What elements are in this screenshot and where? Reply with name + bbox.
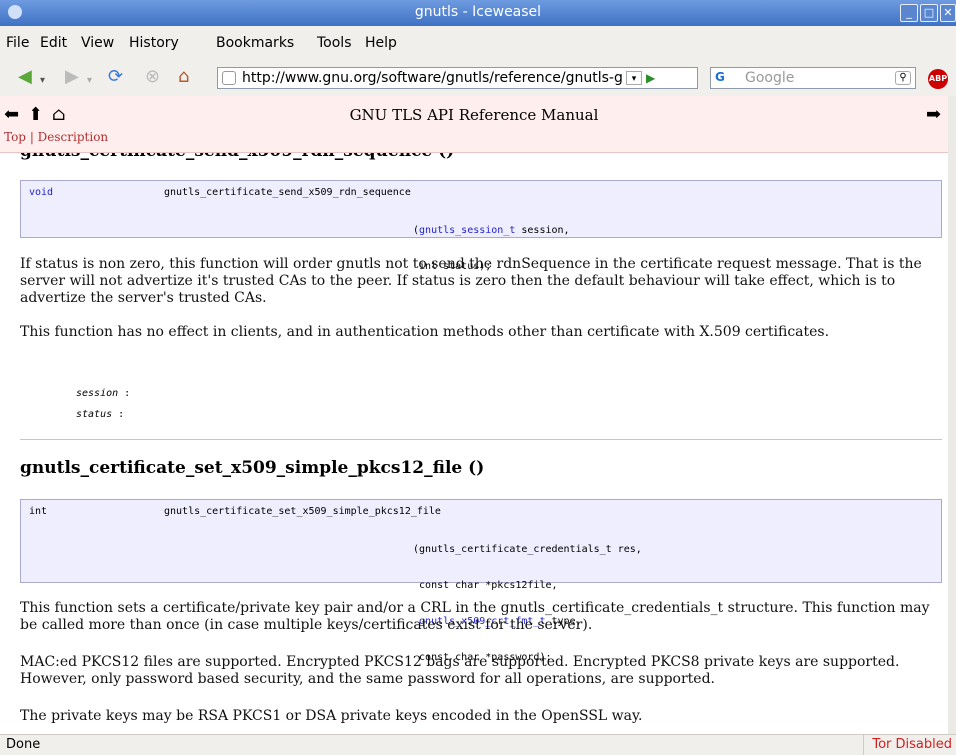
description-paragraph: This function has no effect in clients, … [20,324,830,340]
return-type: void [29,187,54,198]
stop-icon[interactable]: ⊗ [145,68,160,86]
doc-title: GNU TLS API Reference Manual [349,106,599,124]
search-placeholder[interactable]: Google [745,70,794,86]
menu-view[interactable]: View [81,35,114,51]
status-bar: Done Tor Disabled [0,734,956,755]
window-titlebar: gnutls - Iceweasel _ □ ✕ [0,0,956,26]
menu-tools[interactable]: Tools [317,35,352,51]
url-text[interactable]: http://www.gnu.org/software/gnutls/refer… [242,70,622,86]
description-paragraph: This function sets a certificate/private… [20,600,930,633]
menu-edit[interactable]: Edit [40,35,67,51]
adblock-plus-icon[interactable]: ABP [928,69,948,89]
description-paragraph: MAC:ed PKCS12 files are supported. Encry… [20,654,900,687]
section-divider [20,439,942,440]
menu-bookmarks[interactable]: Bookmarks [216,35,294,51]
navigation-toolbar: ◀ ▾ ▶ ▾ ⟳ ⊗ ⌂ http://www.gnu.org/softwar… [0,60,956,96]
param-name: session [76,388,119,399]
minimize-icon[interactable]: _ [900,4,918,22]
top-link[interactable]: Top [4,130,26,144]
status-text: Done [6,737,41,752]
search-bar[interactable]: G Google ⚲ [710,67,916,89]
back-history-dropdown-icon[interactable]: ▾ [40,72,45,90]
function-name: gnutls_certificate_send_x509_rdn_sequenc… [164,187,411,198]
window-title: gnutls - Iceweasel [414,4,542,20]
menu-file[interactable]: File [6,35,29,51]
search-icon[interactable]: ⚲ [895,71,911,85]
url-dropdown-icon[interactable]: ▾ [626,71,642,85]
forward-history-dropdown-icon[interactable]: ▾ [87,72,92,90]
search-engine-icon[interactable]: G [715,70,743,86]
return-type: int [29,506,48,517]
url-bar[interactable]: http://www.gnu.org/software/gnutls/refer… [217,67,698,89]
close-icon[interactable]: ✕ [940,4,956,22]
go-arrow-icon[interactable]: ▶ [646,71,655,85]
description-paragraph: The private keys may be RSA PKCS1 or DSA… [20,708,643,724]
arg-line: const char *pkcs12file, [419,580,558,591]
reload-icon[interactable]: ⟳ [108,68,123,86]
doc-nav-header: ⬅ ⬆ ⌂ GNU TLS API Reference Manual ➡ Top… [0,96,948,153]
page-content: ⬅ ⬆ ⌂ GNU TLS API Reference Manual ➡ Top… [0,96,948,734]
param-row: status : [76,409,125,420]
section-heading: gnutls_certificate_set_x509_simple_pkcs1… [20,458,485,478]
description-link[interactable]: Description [38,130,108,144]
function-signature: int gnutls_certificate_set_x509_simple_p… [20,499,942,663]
back-arrow-icon[interactable]: ◀ [18,68,32,86]
function-signature: void gnutls_certificate_send_x509_rdn_se… [20,180,942,272]
menu-history[interactable]: History [129,35,179,51]
type-link[interactable]: gnutls_session_t [419,225,515,236]
menu-help[interactable]: Help [365,35,397,51]
param-name: status [76,409,113,420]
param-row: session : [76,388,131,399]
tor-status-button[interactable]: Tor Disabled [863,735,956,755]
home-icon[interactable]: ⌂ [178,68,189,86]
menu-bar: File Edit View History Bookmarks Tools H… [0,26,956,60]
arg-line: (gnutls_session_t session, [413,225,570,236]
link-separator: | [29,130,38,144]
forward-arrow-icon[interactable]: ▶ [65,68,79,86]
description-paragraph: If status is non zero, this function wil… [20,256,922,306]
function-name: gnutls_certificate_set_x509_simple_pkcs1… [164,506,441,517]
arg-line: (gnutls_certificate_credentials_t res, [413,544,642,555]
vertical-scrollbar[interactable] [948,96,956,734]
next-page-arrow-icon[interactable]: ➡ [926,104,941,125]
site-favicon [222,71,236,85]
doc-nav-links: Top | Description [4,130,108,144]
maximize-icon[interactable]: □ [920,4,938,22]
